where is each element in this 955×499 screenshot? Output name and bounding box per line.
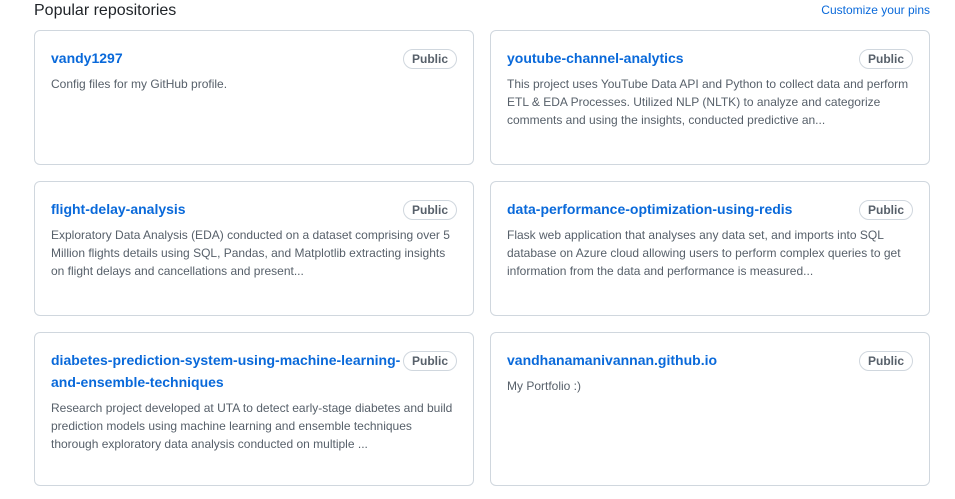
popular-repositories-section: Popular repositories Customize your pins…	[0, 0, 955, 499]
repo-description: My Portfolio :)	[507, 379, 582, 393]
repo-description: This project uses YouTube Data API and P…	[507, 77, 909, 127]
visibility-badge: Public	[858, 49, 913, 69]
repo-card: youtube-channel-analytics Public This pr…	[490, 30, 930, 165]
repo-card: vandhanamanivannan.github.io Public My P…	[490, 332, 930, 486]
section-title: Popular repositories	[34, 2, 177, 19]
repo-link[interactable]: flight-delay-analysis	[51, 198, 186, 220]
repo-description: Exploratory Data Analysis (EDA) conducte…	[51, 228, 450, 278]
visibility-badge: Public	[402, 200, 457, 220]
visibility-badge: Public	[402, 351, 457, 371]
repo-card-header: vandhanamanivannan.github.io Public	[507, 349, 913, 371]
repo-card: flight-delay-analysis Public Exploratory…	[34, 181, 474, 316]
repo-description: Config files for my GitHub profile.	[51, 77, 228, 91]
customize-pins-link[interactable]: Customize your pins	[821, 2, 930, 18]
section-header: Popular repositories Customize your pins	[34, 0, 930, 24]
repo-grid: vandy1297 Public Config files for my Git…	[34, 30, 930, 486]
repo-description: Research project developed at UTA to det…	[51, 401, 453, 451]
repo-link[interactable]: data-performance-optimization-using-redi…	[507, 198, 792, 220]
visibility-badge: Public	[858, 351, 913, 371]
repo-link[interactable]: vandhanamanivannan.github.io	[507, 349, 717, 371]
repo-card-header: diabetes-prediction-system-using-machine…	[51, 349, 457, 393]
visibility-badge: Public	[858, 200, 913, 220]
visibility-badge: Public	[402, 49, 457, 69]
repo-link[interactable]: vandy1297	[51, 47, 123, 69]
repo-card-header: youtube-channel-analytics Public	[507, 47, 913, 69]
repo-link[interactable]: diabetes-prediction-system-using-machine…	[51, 349, 403, 393]
repo-link[interactable]: youtube-channel-analytics	[507, 47, 684, 69]
repo-card: vandy1297 Public Config files for my Git…	[34, 30, 474, 165]
repo-card: diabetes-prediction-system-using-machine…	[34, 332, 474, 486]
repo-card: data-performance-optimization-using-redi…	[490, 181, 930, 316]
repo-description: Flask web application that analyses any …	[507, 228, 901, 278]
repo-card-header: vandy1297 Public	[51, 47, 457, 69]
repo-card-header: data-performance-optimization-using-redi…	[507, 198, 913, 220]
repo-card-header: flight-delay-analysis Public	[51, 198, 457, 220]
